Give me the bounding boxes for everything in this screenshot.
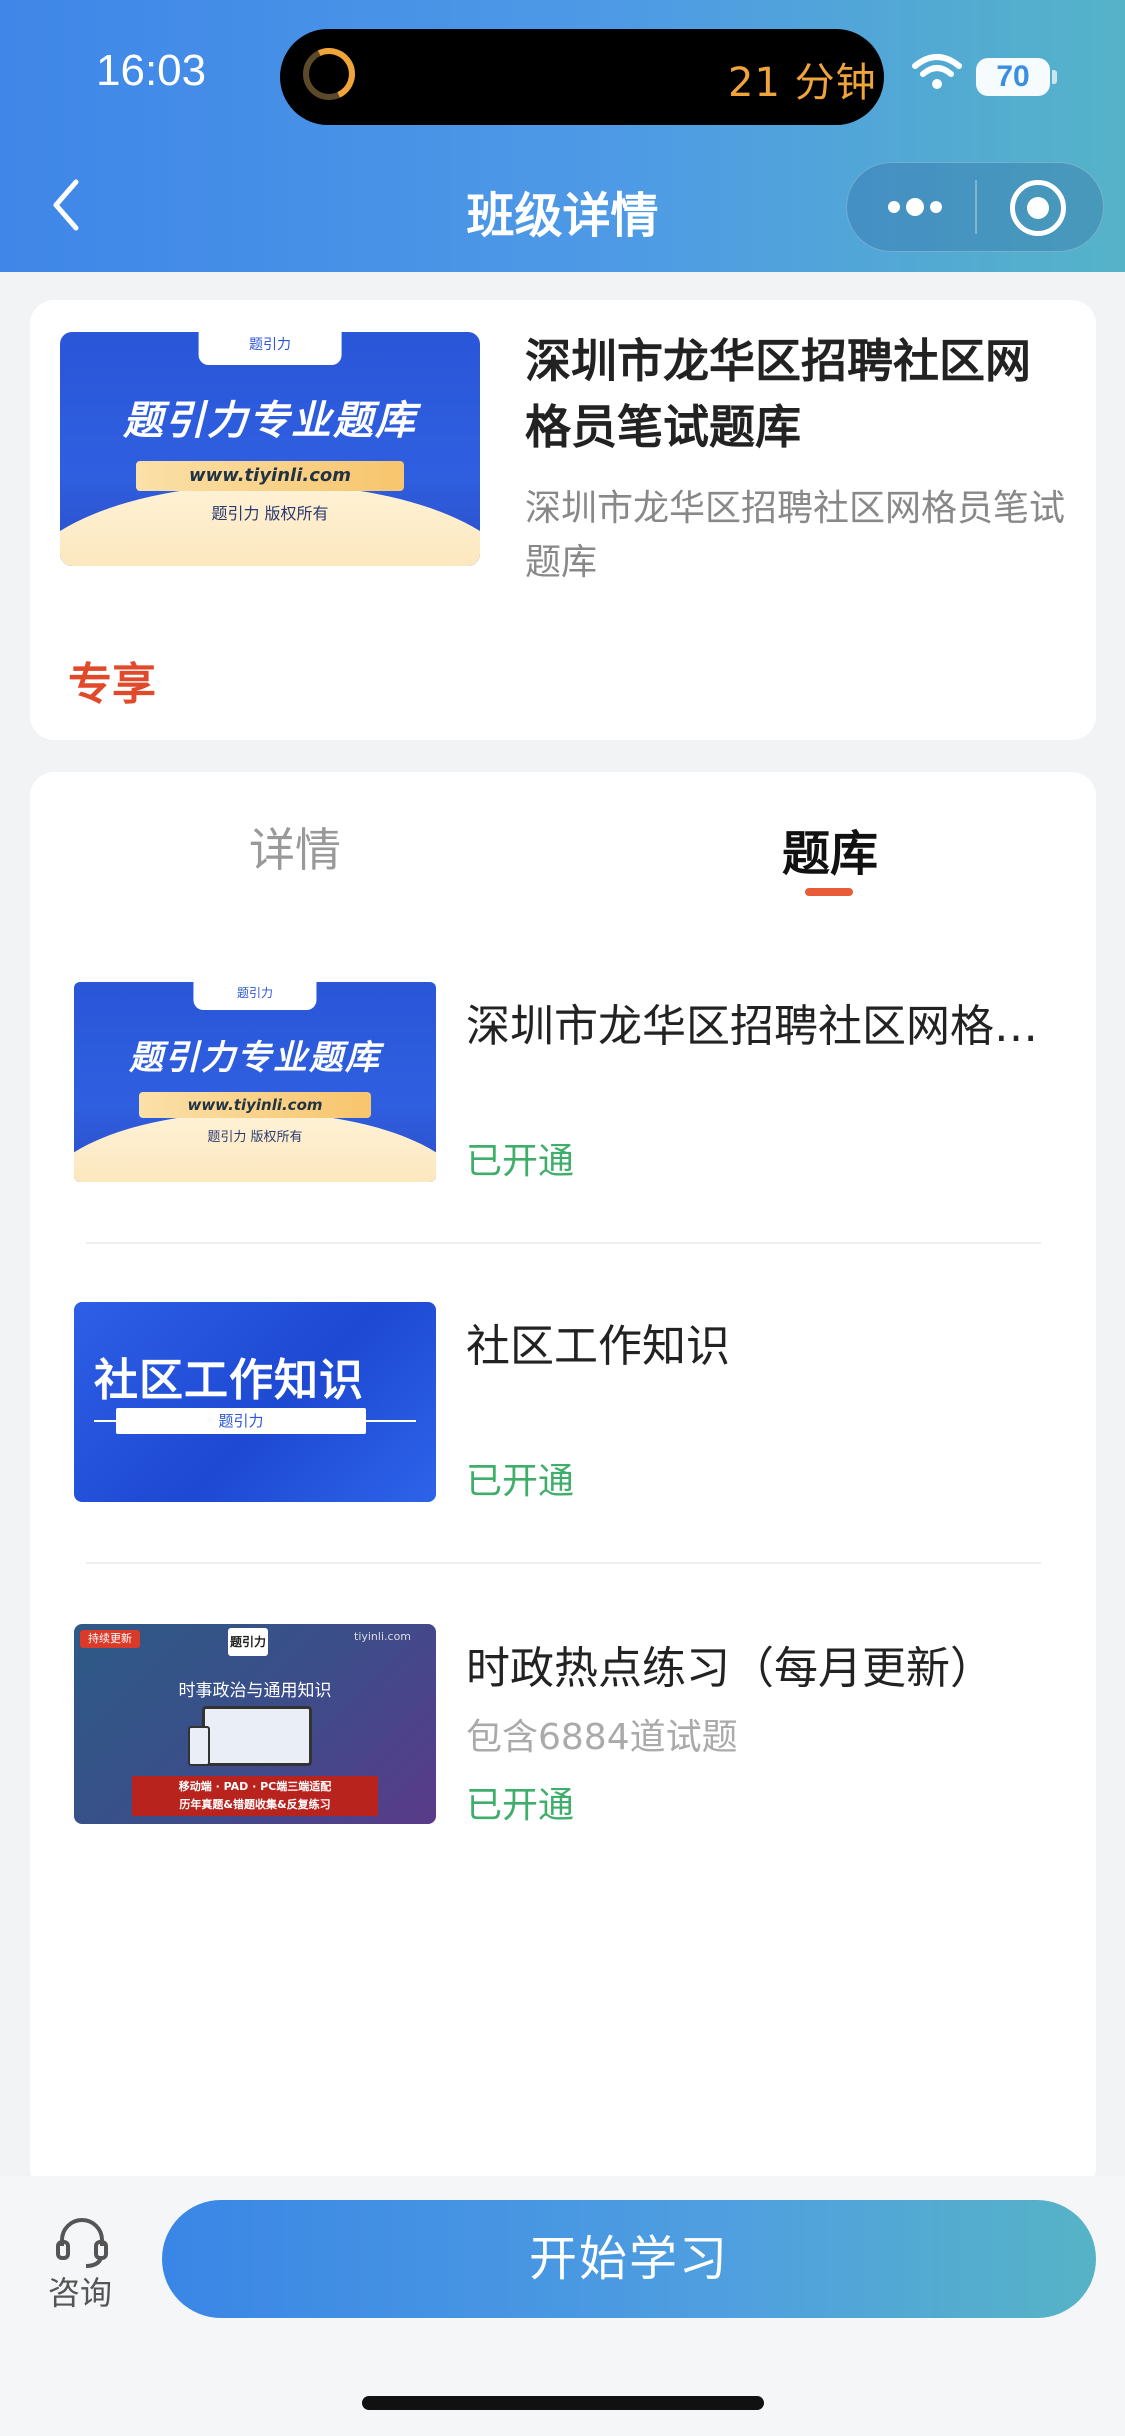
- item-cover-image[interactable]: 持续更新 题引力 tiyinli.com 时事政治与通用知识 移动端 · PAD…: [74, 1624, 436, 1824]
- list-divider: [86, 1242, 1041, 1244]
- cover-accent-line: [94, 1420, 116, 1422]
- cover-headline: 社区工作知识: [94, 1355, 364, 1406]
- home-indicator: [362, 2396, 764, 2410]
- cover-feature-line2: 历年真题&错题收集&反复练习: [179, 1798, 331, 1811]
- cover-tag: 题引力: [116, 1408, 366, 1434]
- cover-site: tiyinli.com: [354, 1630, 412, 1643]
- tab-question-bank[interactable]: 题库: [730, 814, 930, 884]
- cover-wave: [74, 1112, 436, 1182]
- cover-headline: 题引力专业题库: [129, 1038, 381, 1078]
- item-title[interactable]: 时政热点练习（每月更新）: [466, 1632, 1066, 1696]
- item-question-count: 包含6884道试题: [466, 1717, 738, 1758]
- timer-text: 21 分钟: [728, 60, 877, 106]
- headset-icon[interactable]: [54, 2214, 110, 2270]
- target-dot: [1027, 197, 1049, 219]
- start-learning-button[interactable]: 开始学习: [162, 2200, 1096, 2318]
- cover-logo: 题引力: [228, 1628, 268, 1656]
- item-status: 已开通: [466, 1461, 575, 1502]
- course-subtitle: 深圳市龙华区招聘社区网格员笔试题库: [525, 488, 1066, 583]
- devices-illustration: [202, 1706, 312, 1766]
- item-cover-image[interactable]: 社区工作知识 题引力: [74, 1302, 436, 1502]
- item-status: 已开通: [466, 1141, 575, 1182]
- cover-accent-line: [366, 1420, 416, 1422]
- item-title[interactable]: 社区工作知识: [466, 1310, 1066, 1374]
- cover-brand-tab: 题引力: [198, 332, 342, 365]
- cover-url: www.tiyinli.com: [139, 1092, 371, 1118]
- cover-feature-line1: 移动端 · PAD · PC端三端适配: [178, 1780, 332, 1793]
- cover-headline: 时事政治与通用知识: [178, 1681, 332, 1701]
- devices-illustration-phone: [188, 1726, 210, 1766]
- wifi-icon: [912, 54, 962, 89]
- cover-brand-tab: 题引力: [193, 982, 317, 1010]
- tab-details[interactable]: 详情: [200, 814, 390, 880]
- exclusive-tag: 专享: [68, 659, 156, 710]
- cover-wave: [60, 484, 480, 566]
- list-divider: [86, 1562, 1041, 1564]
- item-cover-image[interactable]: 题引力 题引力专业题库 www.tiyinli.com 题引力 版权所有: [74, 982, 436, 1182]
- more-dots-icon[interactable]: [880, 182, 950, 232]
- course-title: 深圳市龙华区招聘社区网格员笔试题库: [525, 334, 1031, 454]
- status-time: 16:03: [96, 46, 207, 95]
- item-status: 已开通: [466, 1785, 575, 1826]
- cover-url: www.tiyinli.com: [135, 460, 405, 492]
- cover-copyright: 题引力 版权所有: [211, 504, 329, 524]
- cover-headline: 题引力专业题库: [123, 398, 417, 445]
- consult-label[interactable]: 咨询: [48, 2268, 112, 2314]
- battery-tip: [1052, 70, 1057, 84]
- cover-copyright: 题引力 版权所有: [207, 1130, 303, 1145]
- active-tab-indicator: [805, 888, 853, 896]
- course-cover-image: 题引力 题引力专业题库 www.tiyinli.com 题引力 版权所有: [60, 332, 480, 566]
- item-title[interactable]: 深圳市龙华区招聘社区网格员笔试题库: [466, 990, 1066, 1054]
- battery-indicator: 70: [976, 58, 1050, 96]
- cover-update-badge: 持续更新: [80, 1630, 140, 1648]
- capsule-divider: [975, 180, 977, 234]
